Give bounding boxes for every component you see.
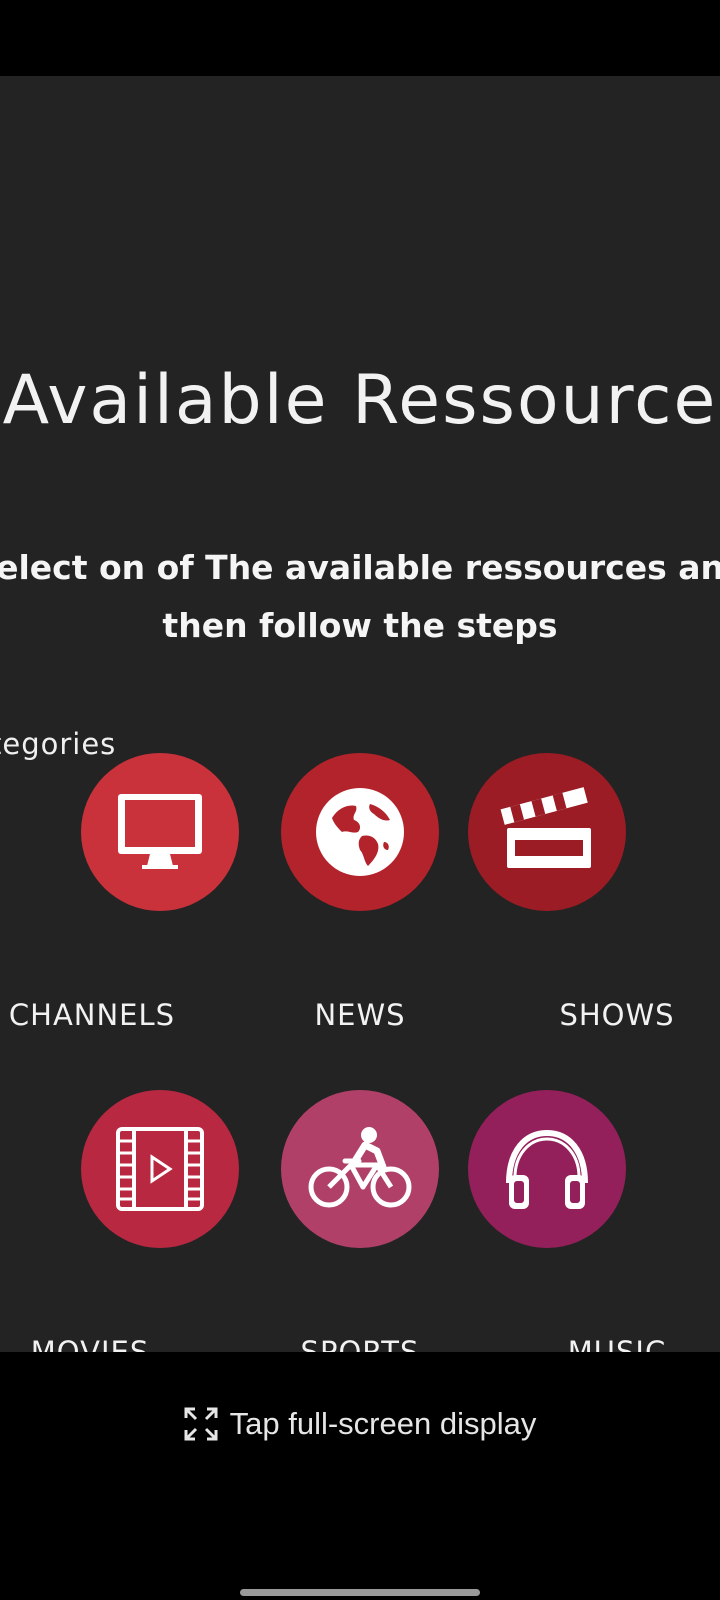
category-channels-label[interactable]: CHANNELS: [0, 998, 202, 1032]
category-music-button[interactable]: [468, 1090, 626, 1248]
expand-icon: [184, 1407, 218, 1441]
category-movies-button[interactable]: [81, 1090, 239, 1248]
globe-icon: [316, 788, 404, 876]
fullscreen-label: Tap full-screen display: [229, 1406, 537, 1441]
category-shows-label[interactable]: SHOWS: [507, 998, 720, 1032]
headphones-icon: [506, 1129, 588, 1209]
category-sports-button[interactable]: [281, 1090, 439, 1248]
clapperboard-icon: [500, 787, 591, 868]
category-movies-label[interactable]: MOVIES: [0, 1335, 200, 1352]
category-news-button[interactable]: [281, 753, 439, 911]
page-title: Available Ressource: [2, 361, 718, 440]
content-panel: Available Ressource Select on of The ava…: [0, 76, 720, 1352]
section-label: tegories: [0, 727, 117, 761]
app-screen: Available Ressource Select on of The ava…: [0, 0, 720, 1600]
home-indicator[interactable]: [240, 1589, 480, 1596]
film-play-icon: [116, 1127, 204, 1211]
cyclist-icon: [308, 1127, 412, 1208]
monitor-icon: [118, 794, 202, 869]
category-sports-label[interactable]: SPORTS: [250, 1335, 470, 1352]
category-music-label[interactable]: MUSIC: [507, 1335, 720, 1352]
category-news-label[interactable]: NEWS: [250, 998, 470, 1032]
fullscreen-hint[interactable]: Tap full-screen display: [0, 1406, 720, 1442]
category-channels-button[interactable]: [81, 753, 239, 911]
category-shows-button[interactable]: [468, 753, 626, 911]
page-subtitle: Select on of The available ressources an…: [0, 548, 720, 645]
